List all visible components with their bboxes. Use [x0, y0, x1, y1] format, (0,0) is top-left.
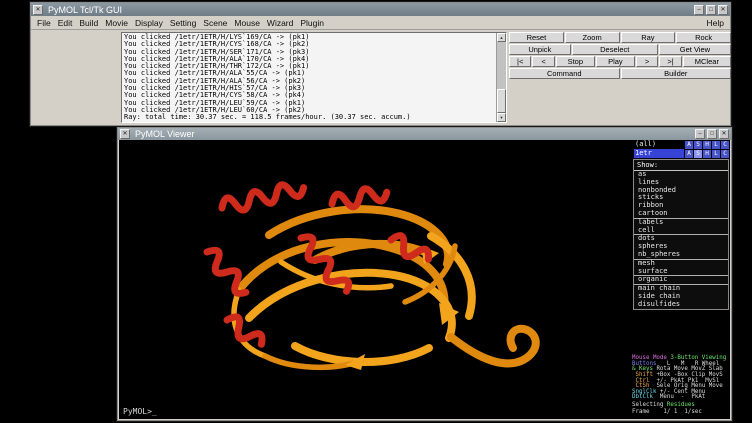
control-button[interactable]: Get View: [659, 44, 731, 55]
ashlc-button[interactable]: H: [703, 150, 711, 158]
menu-item[interactable]: Setting: [168, 18, 201, 28]
scrollbar-thumb[interactable]: [497, 89, 506, 113]
gui-titlebar[interactable]: ✕ PyMOL Tcl/Tk GUI – □ ✕: [31, 3, 730, 16]
ashlc-button[interactable]: A: [685, 141, 693, 149]
ashlc-button[interactable]: H: [703, 141, 711, 149]
control-row-2: UnpickDeselectGet View: [509, 44, 731, 55]
viewer-window-title: PyMOL Viewer: [132, 129, 693, 139]
control-button[interactable]: Zoom: [565, 32, 620, 43]
movie-control-button[interactable]: Play: [596, 56, 635, 67]
menu-item-help[interactable]: Help: [705, 18, 726, 28]
console-output: You clicked /1etr/1ETR/H/LYS`169/CA -> (…: [122, 33, 496, 122]
object-row-all: (all) ASHLC: [633, 140, 730, 149]
ashlc-button[interactable]: L: [712, 141, 720, 149]
desktop: ✕ PyMOL Tcl/Tk GUI – □ ✕ FileEditBuildMo…: [0, 0, 752, 423]
console[interactable]: You clicked /1etr/1ETR/H/LYS`169/CA -> (…: [121, 32, 507, 123]
menu-item[interactable]: Scene: [201, 18, 232, 28]
movie-control-button[interactable]: MClear: [683, 56, 731, 67]
minimize-button[interactable]: –: [695, 129, 705, 139]
beta-sheet-ribbons: [234, 209, 536, 367]
control-row-4: CommandBuilder: [509, 68, 731, 79]
alpha-helices: [202, 181, 432, 351]
movie-control-button[interactable]: >: [636, 56, 658, 67]
ashlc-button[interactable]: C: [721, 150, 729, 158]
close-button[interactable]: ✕: [718, 5, 728, 15]
window-menu-icon[interactable]: ✕: [120, 129, 130, 139]
menu-bar: FileEditBuildMovieDisplaySettingSceneMou…: [31, 16, 730, 30]
gui-window: ✕ PyMOL Tcl/Tk GUI – □ ✕ FileEditBuildMo…: [30, 2, 731, 126]
menu-item[interactable]: Display: [133, 18, 168, 28]
show-menu-items: aslinesnonbondedsticksribboncartoonlabel…: [634, 171, 728, 309]
control-button[interactable]: Command: [509, 68, 620, 79]
control-row-1: ResetZoomRayRock: [509, 32, 731, 43]
movie-control-button[interactable]: |<: [509, 56, 531, 67]
window-menu-icon[interactable]: ✕: [33, 5, 43, 15]
console-scrollbar[interactable]: ▲ ▼: [496, 33, 506, 122]
menu-item[interactable]: File: [35, 18, 56, 28]
mouse-help-panel: Mouse Mode 3-Button ViewingButtons L M R…: [632, 356, 728, 401]
viewport-3d[interactable]: (all) ASHLC 1etr ASHLC Show: aslinesnonb…: [119, 140, 730, 419]
scroll-up-icon[interactable]: ▲: [497, 33, 506, 42]
viewer-window: ✕ PyMOL Viewer – □ ✕: [117, 127, 732, 421]
scrollbar-track[interactable]: [497, 42, 506, 113]
control-button[interactable]: Rock: [676, 32, 731, 43]
menu-item[interactable]: Movie: [103, 18, 133, 28]
maximize-button[interactable]: □: [707, 129, 717, 139]
command-prompt[interactable]: PyMOL>_: [123, 407, 157, 416]
console-line: Ray: total time: 30.37 sec. = 118.5 fram…: [124, 114, 496, 121]
menu-items: FileEditBuildMovieDisplaySettingSceneMou…: [35, 18, 329, 28]
gui-body: You clicked /1etr/1ETR/H/LYS`169/CA -> (…: [31, 30, 730, 125]
show-menu: Show: aslinesnonbondedsticksribboncartoo…: [633, 159, 729, 310]
menu-item[interactable]: Mouse: [232, 18, 265, 28]
object-name-1etr[interactable]: 1etr: [634, 149, 684, 158]
ashlc-button[interactable]: A: [685, 150, 693, 158]
scroll-down-icon[interactable]: ▼: [497, 113, 506, 122]
control-button[interactable]: Unpick: [509, 44, 571, 55]
control-button[interactable]: Deselect: [572, 44, 658, 55]
object-name-all[interactable]: (all): [634, 140, 684, 149]
ashlc-buttons: ASHLC: [685, 141, 729, 149]
minimize-button[interactable]: –: [694, 5, 704, 15]
close-button[interactable]: ✕: [719, 129, 729, 139]
object-row-1etr: 1etr ASHLC: [633, 149, 730, 158]
ashlc-button[interactable]: S: [694, 150, 702, 158]
movie-control-button-row: |<<StopPlay>>|MClear: [509, 56, 731, 67]
menu-item[interactable]: Build: [77, 18, 103, 28]
movie-control-button[interactable]: >|: [659, 56, 681, 67]
control-panel: ResetZoomRayRock UnpickDeselectGet View …: [509, 32, 731, 79]
beta-strand-arrowheads: [345, 246, 459, 370]
movie-control-button[interactable]: <: [532, 56, 554, 67]
movie-control-button[interactable]: Stop: [556, 56, 595, 67]
maximize-button[interactable]: □: [706, 5, 716, 15]
ashlc-button[interactable]: S: [694, 141, 702, 149]
menu-item[interactable]: Plugin: [298, 18, 329, 28]
ashlc-buttons: ASHLC: [685, 150, 729, 158]
control-button[interactable]: Ray: [621, 32, 676, 43]
control-button[interactable]: Reset: [509, 32, 564, 43]
show-menu-item[interactable]: disulfides: [634, 301, 728, 309]
viewer-titlebar[interactable]: ✕ PyMOL Viewer – □ ✕: [118, 128, 731, 140]
gui-window-title: PyMOL Tcl/Tk GUI: [45, 5, 692, 15]
ashlc-button[interactable]: C: [721, 141, 729, 149]
status-lines: Selecting ResiduesFrame 1/ 1 1/sec: [632, 402, 728, 415]
control-button[interactable]: Builder: [621, 68, 732, 79]
ashlc-button[interactable]: L: [712, 150, 720, 158]
menu-item[interactable]: Edit: [56, 18, 78, 28]
menu-item[interactable]: Wizard: [265, 18, 298, 28]
show-menu-header: Show:: [634, 160, 728, 171]
object-panel: (all) ASHLC 1etr ASHLC Show: aslinesnonb…: [633, 140, 730, 310]
